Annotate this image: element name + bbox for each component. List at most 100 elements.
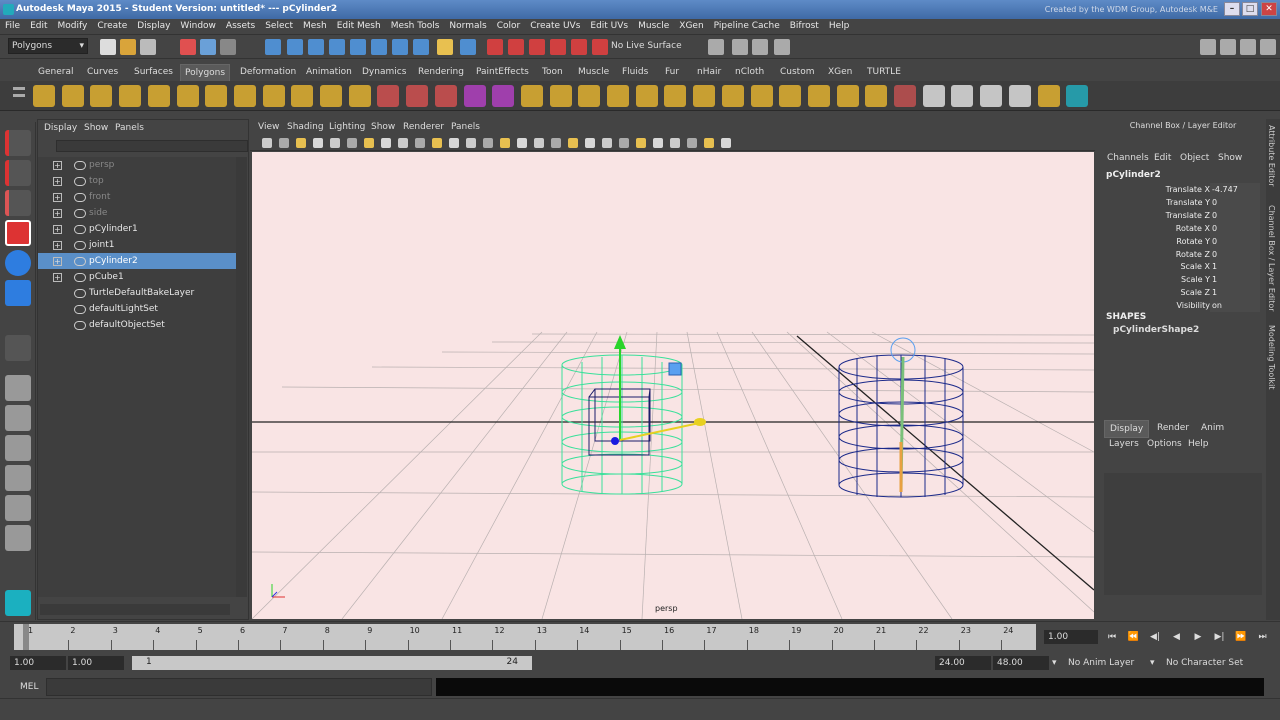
poly-pipe-icon[interactable]	[262, 85, 285, 107]
uv-editor-icon[interactable]	[951, 85, 974, 107]
poly-prism-icon[interactable]	[205, 85, 228, 107]
channel-toggle-icon[interactable]	[1260, 39, 1276, 55]
channel-value[interactable]: -4.747	[1210, 183, 1260, 196]
menu-window[interactable]: Window	[175, 19, 221, 34]
outliner-item[interactable]: + pCube1	[38, 269, 236, 285]
mel-command-input[interactable]	[46, 678, 432, 696]
menu-assets[interactable]: Assets	[221, 19, 260, 34]
smooth-shade-icon[interactable]	[517, 138, 527, 148]
outliner-toggle-icon[interactable]	[1220, 39, 1236, 55]
anti-aliasing-icon[interactable]	[636, 138, 646, 148]
playback-start-field[interactable]: 1.00	[68, 656, 124, 670]
channel-row[interactable]: Scale X1	[1100, 260, 1262, 274]
modeling-toolkit-icon[interactable]	[1066, 85, 1089, 107]
collapse-icon[interactable]	[807, 85, 830, 107]
outliner-filter-input[interactable]	[56, 140, 248, 152]
wireframe-icon[interactable]	[500, 138, 510, 148]
poly-pyramid-icon[interactable]	[233, 85, 256, 107]
split-polygon-icon[interactable]	[578, 85, 601, 107]
shelf-tab-animation[interactable]: Animation	[302, 63, 356, 81]
uv-planar-icon[interactable]	[980, 85, 1003, 107]
menu-normals[interactable]: Normals	[444, 19, 491, 34]
channel-value[interactable]: 1	[1210, 273, 1260, 287]
outliner-item[interactable]: + side	[38, 205, 236, 221]
time-slider-track[interactable]: 1 2 3 4 5 6 7 8 9 10 11 12 13 14 15 16 17 18 19 20 21 22 23 24	[14, 624, 1036, 650]
channel-row[interactable]: Rotate Z0	[1100, 247, 1262, 261]
2d-pan-zoom-icon[interactable]	[347, 138, 357, 148]
attribute-editor-tab[interactable]: Attribute Editor	[1267, 125, 1276, 187]
poly-cube-icon[interactable]	[61, 85, 84, 107]
menu-display[interactable]: Display	[132, 19, 175, 34]
outliner-menu-show[interactable]: Show	[84, 123, 108, 133]
modeling-toolkit-tab[interactable]: Modeling Toolkit	[1267, 325, 1276, 389]
outliner-item[interactable]: defaultObjectSet	[38, 317, 236, 333]
poly-soccer-ball-icon[interactable]	[320, 85, 342, 107]
play-forwards-button[interactable]: ▶	[1192, 631, 1204, 643]
magnet-icon[interactable]	[592, 39, 608, 55]
resolution-gate-icon[interactable]	[415, 138, 425, 148]
panel-layout-icon[interactable]	[708, 39, 724, 55]
make-live-icon[interactable]	[350, 39, 366, 55]
image-plane-icon[interactable]	[330, 138, 340, 148]
shelf-tab-deformation[interactable]: Deformation	[236, 63, 300, 81]
channel-value[interactable]: 0	[1210, 247, 1260, 261]
hypershade-icon[interactable]	[571, 39, 587, 55]
menu-file[interactable]: File	[0, 19, 25, 34]
go-to-end-button[interactable]: ⏭	[1257, 631, 1269, 643]
expand-icon[interactable]: +	[53, 161, 62, 170]
attribute-toggle-icon[interactable]	[1240, 39, 1256, 55]
character-set-label[interactable]: No Character Set	[1166, 658, 1243, 668]
cb-menu-channels[interactable]: Channels	[1107, 153, 1149, 163]
poly-plane-icon[interactable]	[147, 85, 170, 107]
menuset-dropdown[interactable]: Polygons ▾	[8, 38, 88, 54]
insert-edge-loop-icon[interactable]	[607, 85, 629, 107]
step-back-key-button[interactable]: ⏪	[1128, 631, 1140, 643]
maya-tools-icon[interactable]	[5, 590, 31, 616]
channel-row[interactable]: Translate Y0	[1100, 195, 1262, 209]
paint-select-tool-icon[interactable]	[5, 190, 31, 216]
go-to-start-button[interactable]: ⏮	[1106, 631, 1118, 643]
expand-icon[interactable]: +	[53, 273, 62, 282]
menu-edit[interactable]: Edit	[25, 19, 52, 34]
channel-row[interactable]: Translate Z0	[1100, 208, 1262, 222]
outliner-item[interactable]: + top	[38, 173, 236, 189]
grid-icon[interactable]	[381, 138, 391, 148]
target-weld-icon[interactable]	[779, 85, 802, 107]
shelf-tab-toon[interactable]: Toon	[538, 63, 567, 81]
tab-display[interactable]: Display	[1104, 420, 1150, 438]
append-polygon-icon[interactable]	[549, 85, 572, 107]
gate-mask-icon[interactable]	[432, 138, 442, 148]
fill-hole-icon[interactable]	[836, 85, 859, 107]
cb-menu-edit[interactable]: Edit	[1154, 153, 1171, 163]
step-forward-frame-button[interactable]: ▶|	[1214, 631, 1226, 643]
average-vertices-icon[interactable]	[520, 85, 543, 107]
shelf-tab-surfaces[interactable]: Surfaces	[130, 63, 177, 81]
poly-platonic-icon[interactable]	[348, 85, 371, 107]
play-backwards-button[interactable]: ◀	[1171, 631, 1183, 643]
shelf-tab-rendering[interactable]: Rendering	[414, 63, 468, 81]
current-time-marker[interactable]	[23, 624, 29, 650]
channel-value[interactable]: 0	[1210, 208, 1260, 222]
viewport-menu-shading[interactable]: Shading	[287, 119, 324, 135]
menu-mesh[interactable]: Mesh	[298, 19, 332, 34]
default-material-icon[interactable]	[534, 138, 544, 148]
tab-anim[interactable]: Anim	[1196, 420, 1229, 436]
menu-edit-uvs[interactable]: Edit UVs	[585, 19, 633, 34]
bookmarks-icon[interactable]	[313, 138, 323, 148]
shelf-tab-painteffects[interactable]: PaintEffects	[472, 63, 533, 81]
shelf-tab-fluids[interactable]: Fluids	[618, 63, 652, 81]
animation-start-field[interactable]: 1.00	[10, 656, 66, 670]
layer-menu-help[interactable]: Help	[1188, 439, 1209, 449]
shelf-tab-polygons[interactable]: Polygons	[180, 64, 231, 81]
snap-point-icon[interactable]	[308, 39, 324, 55]
boolean-union-icon[interactable]	[492, 85, 515, 107]
grease-pencil-icon[interactable]	[364, 138, 374, 148]
outliner-item[interactable]: defaultLightSet	[38, 301, 236, 317]
expand-icon[interactable]: +	[53, 241, 62, 250]
layer-menu-layers[interactable]: Layers	[1109, 439, 1139, 449]
outliner-menu-display[interactable]: Display	[44, 123, 77, 133]
shelf-menu-icon[interactable]	[13, 87, 25, 90]
menu-muscle[interactable]: Muscle	[633, 19, 674, 34]
last-tool-icon[interactable]	[5, 335, 31, 361]
maximize-button[interactable]: □	[1242, 2, 1258, 16]
